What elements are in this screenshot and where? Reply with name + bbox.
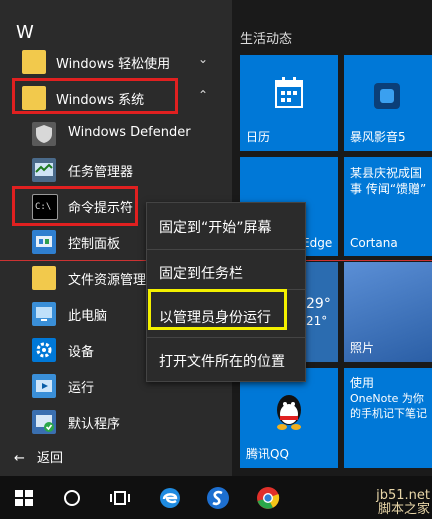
app-label: 默认程序 [68,417,121,432]
weather-low: 21° [306,314,328,328]
search-circle-icon[interactable] [58,484,86,512]
watermark: jb51.net 脚本之家 [376,489,430,517]
watermark-line2: 脚本之家 [377,502,430,517]
onenote-title: 使用 [350,376,375,390]
highlight-box-windows-system [12,78,178,114]
tile-label: 腾讯QQ [246,447,289,461]
task-manager-icon [32,158,56,182]
back-arrow-icon: ← [14,451,25,466]
task-view-icon[interactable] [106,484,134,512]
app-label: 控制面板 [68,237,121,252]
storm-player-icon [372,81,402,115]
group-windows-ease-of-access[interactable]: Windows 轻松使用 ⌄ [0,46,232,78]
file-explorer-icon [32,266,56,290]
tile-storm-player[interactable]: 暴风影音5 [344,55,432,151]
control-panel-icon [32,230,56,254]
back-label: 返回 [37,451,64,466]
tile-label: Edge [302,236,333,250]
devices-icon [32,338,56,362]
tile-news[interactable]: 某县庆祝成国事 传闻“馈赠” Cortana [344,157,432,256]
onenote-line1: OneNote 为你 [350,392,424,405]
menu-separator [147,249,305,250]
highlight-box-run-as-admin [148,289,287,330]
tile-photos[interactable]: 照片 [344,262,432,362]
tile-label: 照片 [350,341,375,355]
defender-icon [32,122,56,146]
watermark-line1: jb51.net [376,488,430,503]
chrome-browser-icon[interactable] [254,484,282,512]
sogou-app-icon[interactable] [204,484,232,512]
menu-pin-to-taskbar[interactable]: 固定到任务栏 [159,263,243,283]
edge-browser-icon[interactable] [156,484,184,512]
letter-header-w[interactable]: W [16,22,34,43]
news-headline: 某县庆祝成国事 传闻“馈赠” [350,166,427,196]
chevron-up-icon: ⌃ [198,88,209,102]
chevron-down-icon: ⌄ [198,52,209,66]
taskbar: jb51.net 脚本之家 [0,476,432,519]
app-default-programs[interactable]: 默认程序 [0,406,232,438]
app-label: Windows Defender [68,125,191,140]
run-icon [32,374,56,398]
app-label: 设备 [68,345,95,360]
tile-label: 暴风影音5 [350,130,406,144]
menu-open-file-location[interactable]: 打开文件所在的位置 [159,351,285,371]
app-task-manager[interactable]: 任务管理器 [0,154,232,186]
highlight-box-command-prompt [12,186,138,226]
qq-icon [274,394,304,434]
app-label: 此电脑 [68,309,108,324]
menu-separator [147,337,305,338]
group-label: Windows 轻松使用 [56,57,171,72]
tile-onenote[interactable]: 使用 OneNote 为你 的手机记下笔记 [344,368,432,468]
tile-qq[interactable]: 腾讯QQ [240,368,338,468]
back-button[interactable]: ← 返回 [14,447,63,466]
this-pc-icon [32,302,56,326]
app-label: 运行 [68,381,95,396]
weather-temp: 29° [306,296,331,312]
calendar-icon [275,77,303,113]
default-programs-icon [32,410,56,434]
tile-calendar[interactable]: 日历 [240,55,338,151]
folder-icon [22,50,46,74]
tile-label: 日历 [246,130,271,144]
onenote-line2: 的手机记下笔记 [350,407,427,420]
section-title: 生活动态 [240,32,293,47]
app-label: 任务管理器 [68,165,134,180]
windows-start-icon[interactable] [10,484,38,512]
menu-pin-to-start[interactable]: 固定到“开始”屏幕 [159,217,272,237]
tile-label: Cortana [350,236,398,250]
app-windows-defender[interactable]: Windows Defender [0,118,232,150]
